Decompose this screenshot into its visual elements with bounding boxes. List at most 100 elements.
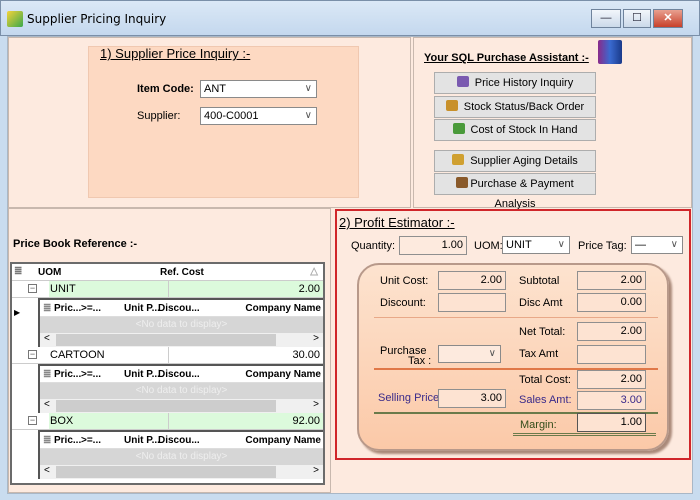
detail-column-header[interactable]: Company Name bbox=[245, 303, 321, 314]
item-code-combo[interactable]: ANT ∨ bbox=[200, 80, 317, 98]
scroll-right-icon[interactable]: > bbox=[313, 399, 319, 410]
uom-combo[interactable]: UNIT ∨ bbox=[502, 236, 570, 254]
item-code-value: ANT bbox=[204, 83, 226, 95]
column-chooser-icon[interactable]: ≣ bbox=[43, 303, 51, 314]
cost-icon bbox=[452, 123, 465, 134]
supplier-aging-button[interactable]: Supplier Aging Details bbox=[434, 150, 596, 172]
row-indicator-icon: ▶ bbox=[14, 308, 21, 317]
detail-column-header[interactable]: Company Name bbox=[245, 435, 321, 446]
detail-column-header[interactable]: >=... bbox=[81, 303, 101, 314]
detail-grid[interactable]: ≣ Pric... >=... Unit P... Discou... Company N… bbox=[38, 298, 323, 347]
collapse-icon[interactable]: − bbox=[28, 284, 37, 293]
detail-header: ≣ Pric... >=... Unit P... Discou... Company N… bbox=[40, 366, 323, 383]
chevron-down-icon: ∨ bbox=[670, 239, 678, 250]
detail-grid[interactable]: ≣ Pric... >=... Unit P... Discou... Company N… bbox=[38, 430, 323, 479]
detail-grid[interactable]: ≣ Pric... >=... Unit P... Discou... Company N… bbox=[38, 364, 323, 413]
scroll-right-icon[interactable]: > bbox=[313, 333, 319, 344]
uom-row[interactable]: − UNIT 2.00 bbox=[12, 281, 323, 298]
detail-column-header[interactable]: Unit P... bbox=[124, 369, 160, 380]
detail-column-header[interactable]: Pric... bbox=[54, 369, 81, 380]
cost-of-stock-button[interactable]: Cost of Stock In Hand bbox=[434, 119, 596, 141]
detail-column-header[interactable]: >=... bbox=[81, 435, 101, 446]
quantity-label: Quantity: bbox=[351, 240, 396, 252]
collapse-icon[interactable]: − bbox=[28, 350, 37, 359]
sales-amt-label: Sales Amt: bbox=[519, 394, 572, 406]
scroll-thumb[interactable] bbox=[56, 334, 276, 346]
sales-amt-field: 3.00 bbox=[577, 391, 646, 410]
scroll-right-icon[interactable]: > bbox=[313, 465, 319, 476]
price-tag-combo[interactable]: — ∨ bbox=[631, 236, 683, 254]
discount-label: Discount: bbox=[380, 297, 426, 309]
supplier-combo[interactable]: 400-C0001 ∨ bbox=[200, 107, 317, 125]
selling-price-input[interactable]: 3.00 bbox=[438, 389, 506, 408]
scroll-thumb[interactable] bbox=[56, 400, 276, 412]
detail-column-header[interactable]: Discou... bbox=[158, 303, 200, 314]
margin-label: Margin: bbox=[520, 419, 557, 431]
minimize-button[interactable]: — bbox=[591, 9, 621, 28]
divider bbox=[374, 317, 658, 318]
item-code-label: Item Code: bbox=[137, 83, 194, 95]
col-ref-cost[interactable]: Ref. Cost bbox=[160, 267, 204, 278]
uom-label: UOM: bbox=[474, 240, 503, 252]
collapse-icon[interactable]: − bbox=[28, 416, 37, 425]
close-button[interactable]: ✕ bbox=[653, 9, 683, 28]
uom-row[interactable]: − CARTOON 30.00 bbox=[12, 347, 323, 364]
maximize-button[interactable]: ☐ bbox=[623, 9, 651, 28]
analysis-icon bbox=[456, 177, 469, 188]
books-icon bbox=[598, 40, 622, 64]
column-chooser-icon[interactable]: ≣ bbox=[14, 266, 22, 277]
detail-column-header[interactable]: Unit P... bbox=[124, 303, 160, 314]
col-uom[interactable]: UOM bbox=[38, 267, 61, 278]
column-chooser-icon[interactable]: ≣ bbox=[43, 435, 51, 446]
horizontal-scrollbar[interactable]: < > bbox=[40, 333, 323, 347]
scroll-left-icon[interactable]: < bbox=[44, 399, 50, 410]
detail-column-header[interactable]: Discou... bbox=[158, 435, 200, 446]
button-label: Supplier Aging Details bbox=[470, 155, 578, 167]
detail-column-header[interactable]: Company Name bbox=[245, 369, 321, 380]
price-tag-label: Price Tag: bbox=[578, 240, 627, 252]
total-cost-label: Total Cost: bbox=[519, 374, 571, 386]
uom-row[interactable]: − BOX 92.00 bbox=[12, 413, 323, 430]
price-tag-value: — bbox=[635, 239, 646, 251]
scroll-thumb[interactable] bbox=[56, 466, 276, 478]
disc-amt-label: Disc Amt bbox=[519, 297, 563, 309]
chevron-down-icon: ∨ bbox=[557, 239, 565, 250]
unit-cost-input[interactable]: 2.00 bbox=[438, 271, 506, 290]
price-book-grid[interactable]: ≣ UOM Ref. Cost △ − UNIT 2.00 ≣ Pric... >=...… bbox=[10, 262, 325, 485]
detail-column-header[interactable]: Discou... bbox=[158, 369, 200, 380]
detail-header: ≣ Pric... >=... Unit P... Discou... Company N… bbox=[40, 300, 323, 317]
uom-cell: BOX bbox=[49, 413, 169, 429]
price-book-heading: Price Book Reference :- bbox=[13, 238, 138, 250]
scroll-left-icon[interactable]: < bbox=[44, 465, 50, 476]
total-cost-field: 2.00 bbox=[577, 370, 646, 389]
no-data-message: <No data to display> bbox=[40, 449, 323, 465]
horizontal-scrollbar[interactable]: < > bbox=[40, 399, 323, 413]
purchase-payment-button[interactable]: Purchase & Payment Analysis bbox=[434, 173, 596, 210]
ref-cost-cell: 30.00 bbox=[292, 349, 320, 361]
detail-column-header[interactable]: Pric... bbox=[54, 303, 81, 314]
purchase-tax-combo[interactable]: ∨ bbox=[438, 345, 501, 363]
button-label: Cost of Stock In Hand bbox=[470, 124, 578, 136]
quantity-input[interactable]: 1.00 bbox=[399, 236, 467, 255]
price-history-button[interactable]: Price History Inquiry bbox=[434, 72, 596, 94]
detail-column-header[interactable]: >=... bbox=[81, 369, 101, 380]
column-chooser-icon[interactable]: ≣ bbox=[43, 369, 51, 380]
chevron-down-icon: ∨ bbox=[304, 110, 312, 121]
horizontal-scrollbar[interactable]: < > bbox=[40, 465, 323, 479]
unit-cost-label: Unit Cost: bbox=[380, 275, 429, 287]
detail-column-header[interactable]: Unit P... bbox=[124, 435, 160, 446]
chevron-down-icon: ∨ bbox=[488, 348, 496, 359]
disc-amt-field: 0.00 bbox=[577, 293, 646, 312]
margin-field: 1.00 bbox=[577, 413, 646, 432]
button-label: Stock Status/Back Order bbox=[463, 101, 585, 113]
detail-column-header[interactable]: Pric... bbox=[54, 435, 81, 446]
title-bar: Supplier Pricing Inquiry — ☐ ✕ bbox=[0, 0, 700, 36]
double-underline bbox=[513, 433, 656, 436]
inquiry-heading: 1) Supplier Price Inquiry :- bbox=[100, 46, 251, 61]
stock-status-button[interactable]: Stock Status/Back Order bbox=[434, 96, 596, 118]
ref-cost-cell: 2.00 bbox=[169, 281, 323, 297]
scroll-left-icon[interactable]: < bbox=[44, 333, 50, 344]
uom-cell: UNIT bbox=[49, 281, 169, 297]
discount-input[interactable] bbox=[438, 293, 506, 312]
net-total-field: 2.00 bbox=[577, 322, 646, 341]
